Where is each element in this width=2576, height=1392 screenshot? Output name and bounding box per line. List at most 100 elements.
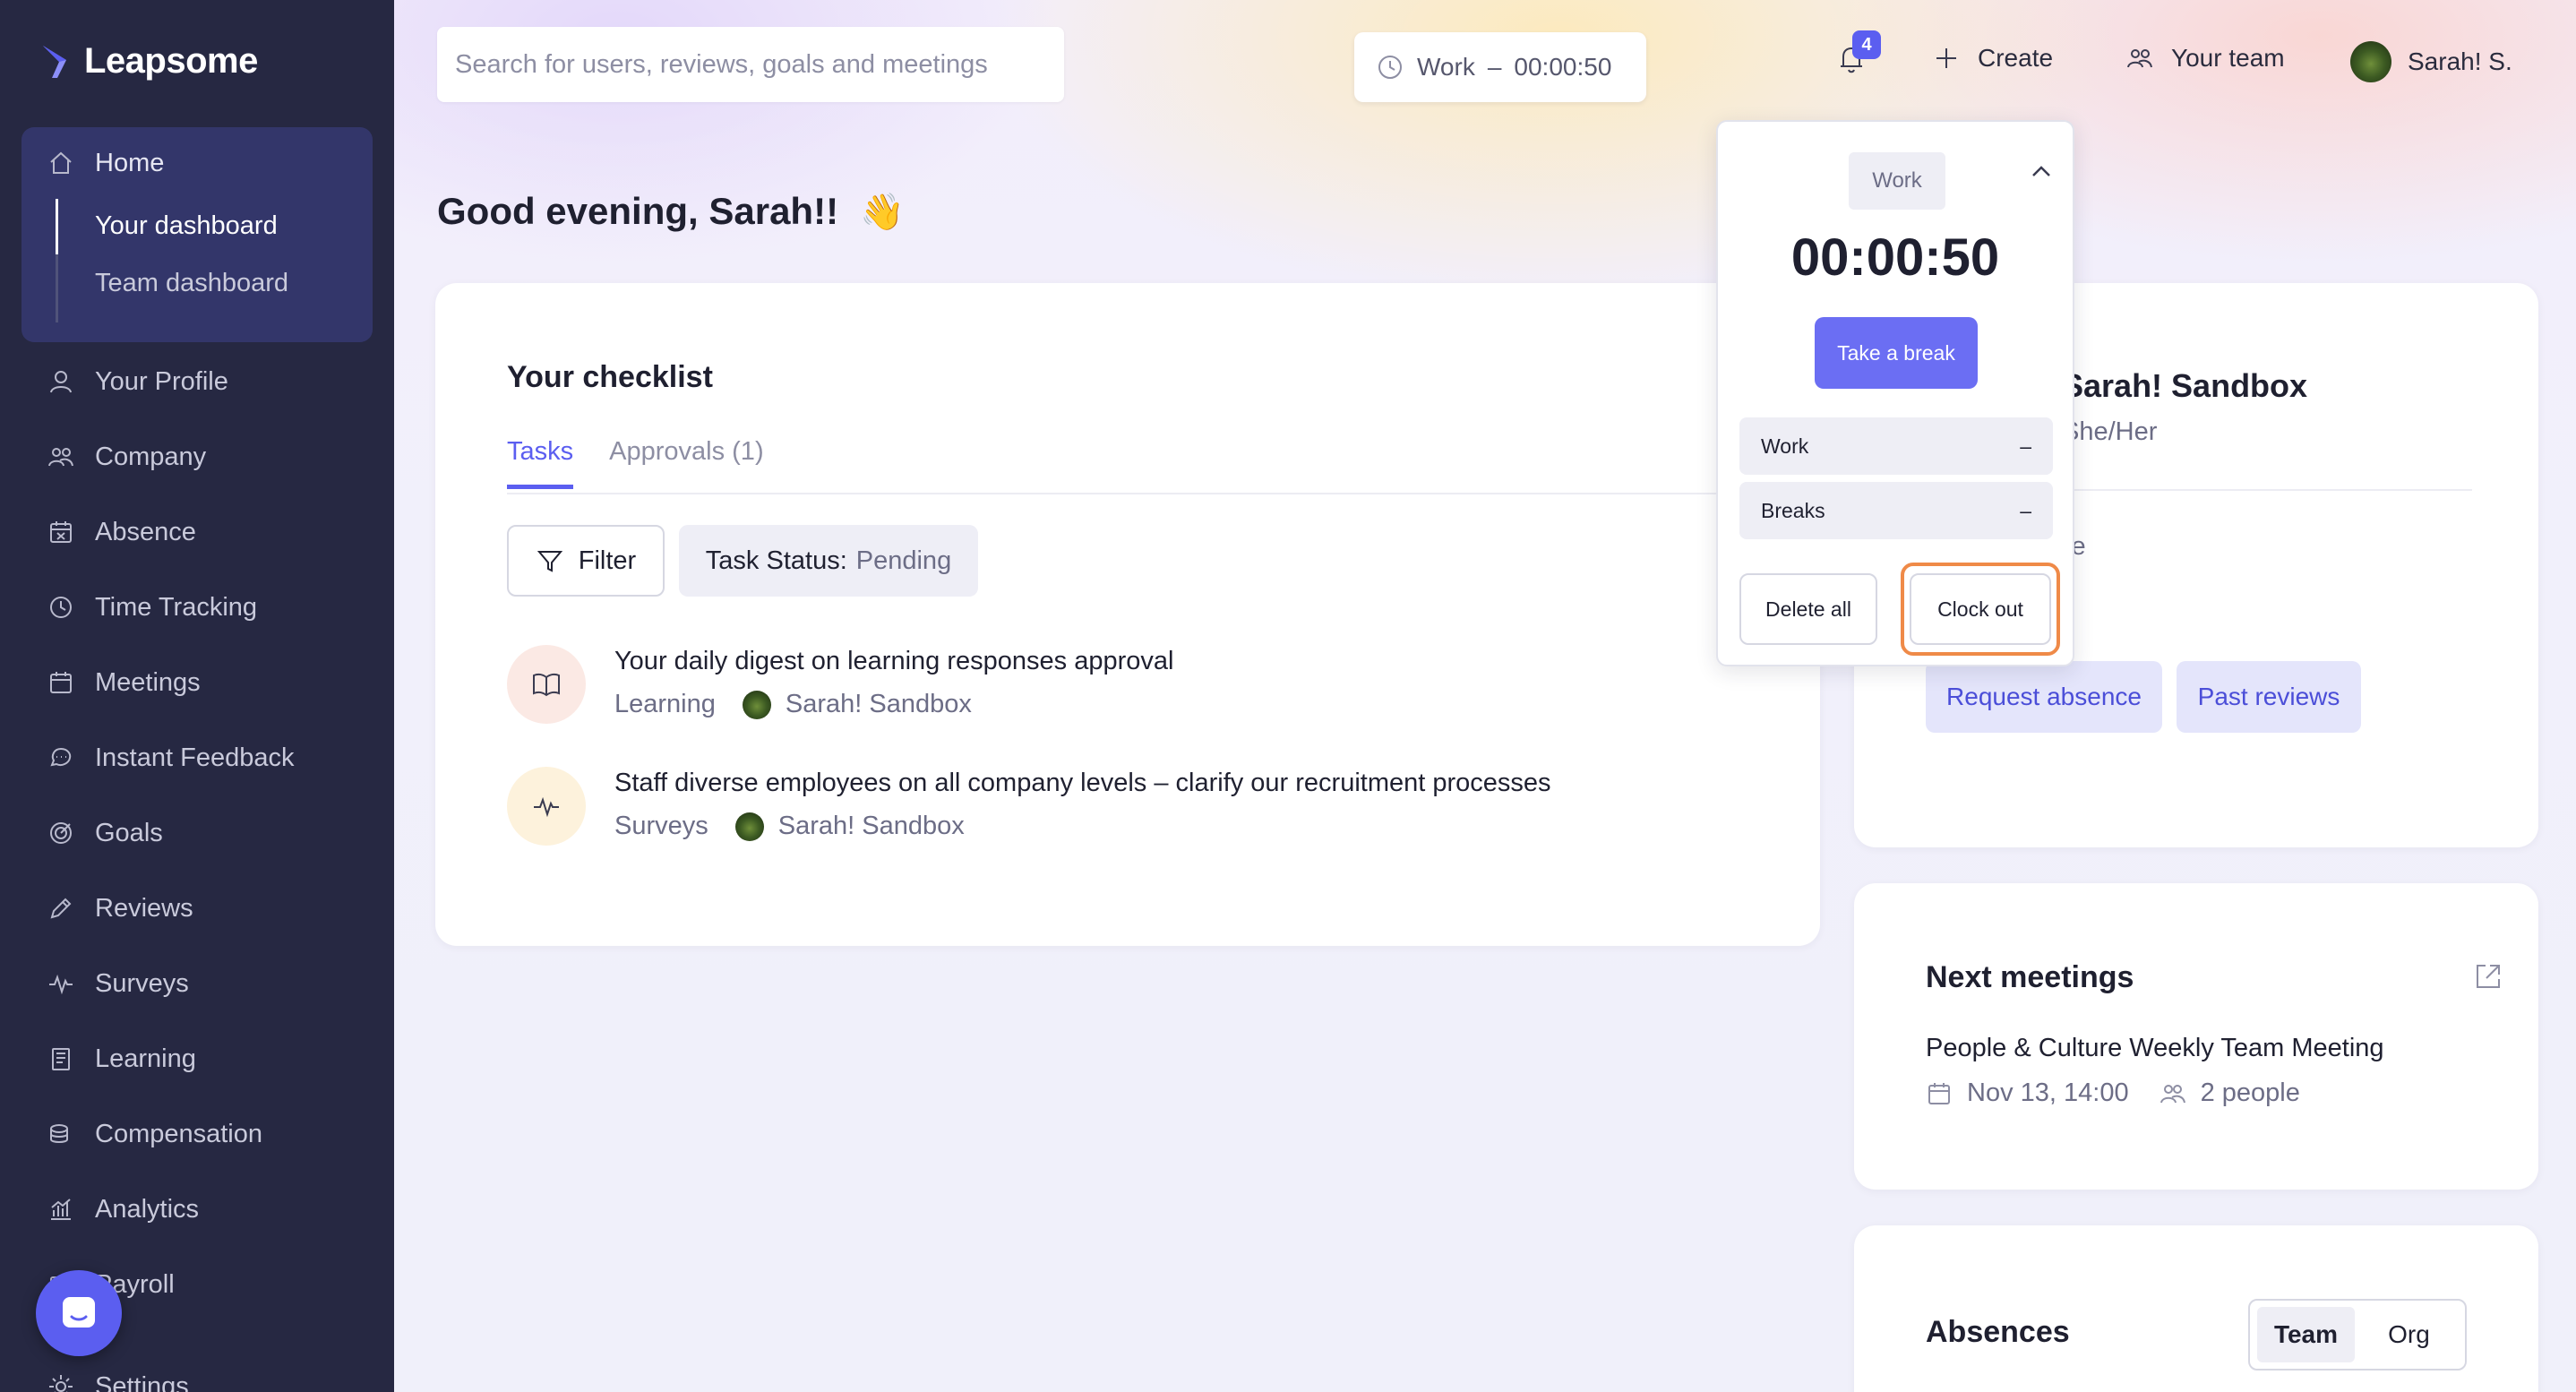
tab-tasks[interactable]: Tasks: [507, 437, 574, 489]
task-category: Surveys: [614, 812, 708, 840]
collapse-popup-button[interactable]: [2026, 156, 2057, 186]
row-label: Breaks: [1761, 498, 1825, 522]
sidebar-item-goals[interactable]: Goals: [47, 815, 163, 851]
checklist-title: Your checklist: [507, 360, 713, 394]
segment-team[interactable]: Team: [2257, 1307, 2355, 1362]
sidebar-item-label: Compensation: [95, 1119, 262, 1148]
sidebar-item-label: Absence: [95, 517, 196, 546]
target-icon: [50, 822, 72, 844]
task-owner-name: Sarah! Sandbox: [785, 690, 972, 718]
sidebar-item-label: Analytics: [95, 1194, 200, 1224]
sidebar-item-learning[interactable]: Learning: [47, 1041, 196, 1077]
time-tracker-pill[interactable]: Work – 00:00:50: [1354, 32, 1646, 102]
avatar: [734, 812, 764, 841]
sidebar-item-label: Meetings: [95, 667, 201, 697]
tabs-divider: [507, 493, 1752, 494]
sidebar-item-label: Company: [95, 442, 207, 471]
open-meetings-button[interactable]: [2472, 960, 2504, 992]
sidebar-item-surveys[interactable]: Surveys: [47, 966, 189, 1001]
pulse-icon: [49, 974, 73, 995]
sidebar-item-your-profile[interactable]: Your Profile: [47, 364, 228, 400]
sidebar-item-settings[interactable]: Settings: [47, 1369, 189, 1392]
chevron-up-icon: [2032, 166, 2050, 176]
sidebar-item-meetings[interactable]: Meetings: [47, 665, 201, 700]
greeting-text: Good evening, Sarah!!: [437, 190, 839, 232]
sidebar: Leapsome Home Your dashboard Team dashbo…: [0, 0, 394, 1392]
sidebar-item-instant-feedback[interactable]: Instant Feedback: [47, 740, 294, 776]
row-value: –: [2020, 434, 2031, 458]
avatar: [2350, 41, 2391, 82]
absences-title: Absences: [1926, 1315, 2070, 1349]
sidebar-item-company[interactable]: Company: [47, 439, 206, 475]
meeting-title[interactable]: People & Culture Weekly Team Meeting: [1926, 1034, 2384, 1063]
task-owner: Sarah! Sandbox: [734, 812, 965, 841]
book-icon: [52, 1048, 70, 1070]
timer-mode: Work: [1417, 53, 1475, 81]
create-button[interactable]: Create: [1931, 43, 2053, 73]
filter-button[interactable]: Filter: [507, 525, 665, 597]
calendar-x-icon: [50, 521, 72, 543]
book-open-icon: [533, 673, 560, 697]
avatar: [742, 690, 771, 719]
task-icon: [507, 767, 586, 846]
take-break-button[interactable]: Take a break: [1815, 317, 1978, 389]
task-owner: Sarah! Sandbox: [742, 690, 972, 719]
meeting-date-label: Nov 13, 14:00: [1967, 1078, 2129, 1107]
list-item[interactable]: Staff diverse employees on all company l…: [507, 767, 1761, 856]
search-input[interactable]: Search for users, reviews, goals and mee…: [437, 27, 1064, 102]
chat-bubble-icon: [63, 1297, 95, 1328]
profile-pronouns: She/Her: [2062, 417, 2158, 446]
delete-all-button[interactable]: Delete all: [1739, 573, 1877, 645]
chat-icon: [50, 747, 72, 767]
absences-card: Absences Team Org: [1854, 1225, 2538, 1392]
sidebar-item-label: Reviews: [95, 893, 193, 923]
sidebar-item-reviews[interactable]: Reviews: [47, 890, 193, 926]
sidebar-item-compensation[interactable]: Compensation: [47, 1116, 262, 1152]
your-team-label: Your team: [2171, 44, 2285, 72]
time-tracker-popup: Work 00:00:50 Take a break Work – Breaks…: [1716, 120, 2074, 666]
meeting-people-label: 2 people: [2200, 1078, 2300, 1107]
clock-out-button[interactable]: Clock out: [1910, 573, 2051, 645]
home-icon: [50, 151, 72, 174]
support-chat-button[interactable]: [36, 1270, 122, 1356]
calendar-icon: [1928, 1082, 1950, 1104]
request-absence-button[interactable]: Request absence: [1926, 661, 2162, 733]
task-meta: Surveys Sarah! Sandbox: [614, 812, 965, 841]
status-label: Task Status:: [705, 546, 847, 575]
sidebar-item-your-dashboard[interactable]: Your dashboard: [95, 211, 278, 241]
brand-name: Leapsome: [84, 41, 258, 81]
tab-approvals[interactable]: Approvals (1): [609, 437, 763, 489]
pencil-icon: [50, 898, 72, 919]
your-team-button[interactable]: Your team: [2125, 43, 2285, 73]
sidebar-item-home[interactable]: Home: [47, 145, 164, 181]
row-value: –: [2020, 498, 2031, 522]
coins-icon: [50, 1124, 68, 1143]
sidebar-item-analytics[interactable]: Analytics: [47, 1191, 199, 1227]
meeting-date: Nov 13, 14:00: [1926, 1078, 2129, 1108]
clock-icon: [1378, 56, 1402, 79]
task-meta: Learning Sarah! Sandbox: [614, 690, 972, 719]
timer-separator: –: [1487, 53, 1502, 81]
list-item[interactable]: Your daily digest on learning responses …: [507, 645, 1761, 735]
pulse-icon: [534, 796, 559, 818]
sidebar-item-label: Time Tracking: [95, 592, 258, 622]
row-label: Work: [1761, 434, 1809, 458]
task-title: Your daily digest on learning responses …: [614, 647, 1174, 675]
next-meetings-title: Next meetings: [1926, 960, 2134, 994]
segment-org[interactable]: Org: [2360, 1307, 2458, 1362]
leapsome-logo-icon: [43, 45, 66, 78]
meeting-people: 2 people: [2160, 1078, 2300, 1108]
checklist-tabs: Tasks Approvals (1): [507, 437, 764, 489]
leapsome-logo[interactable]: Leapsome: [39, 41, 258, 82]
sidebar-item-absence[interactable]: Absence: [47, 514, 196, 550]
user-menu-button[interactable]: Sarah! S.: [2350, 41, 2512, 82]
filter-label: Filter: [578, 546, 637, 575]
task-status-filter[interactable]: Task Status: Pending: [679, 525, 978, 597]
main-area: Search for users, reviews, goals and mee…: [394, 0, 2576, 1392]
sidebar-item-time-tracking[interactable]: Time Tracking: [47, 589, 257, 625]
sidebar-item-label: Surveys: [95, 968, 189, 998]
sidebar-item-label: Goals: [95, 818, 163, 847]
past-reviews-button[interactable]: Past reviews: [2177, 661, 2361, 733]
sidebar-item-team-dashboard[interactable]: Team dashboard: [95, 269, 288, 298]
profile-name[interactable]: Sarah! Sandbox: [2062, 367, 2307, 405]
